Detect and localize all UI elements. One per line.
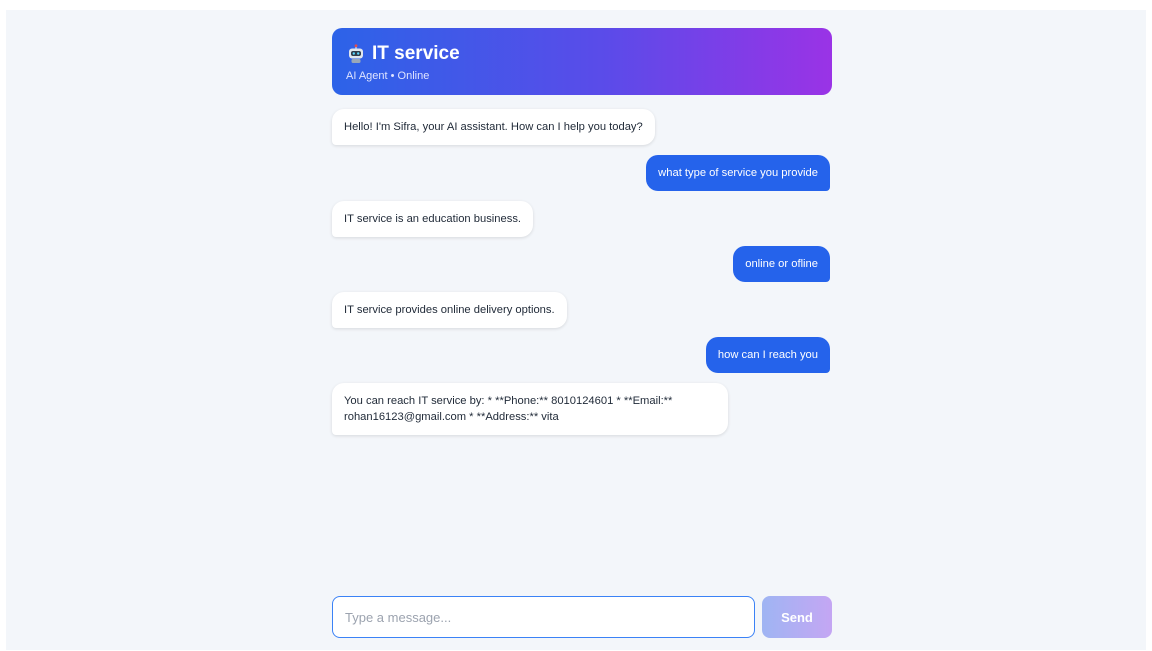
page-background: IT service AI Agent • Online Hello! I'm … [6,10,1146,650]
send-button[interactable]: Send [762,596,832,638]
bot-message: You can reach IT service by: * **Phone:*… [332,383,728,435]
robot-icon [346,44,366,64]
chat-header-title-row: IT service [346,41,818,67]
bot-message: Hello! I'm Sifra, your AI assistant. How… [332,109,655,145]
chat-window: IT service AI Agent • Online Hello! I'm … [332,28,832,640]
chat-header: IT service AI Agent • Online [332,28,832,95]
message-input[interactable] [332,596,755,638]
chat-title: IT service [372,43,460,64]
user-message: what type of service you provide [646,155,830,191]
message-composer: Send [332,596,832,638]
user-message: online or ofline [733,246,830,282]
user-message: how can I reach you [705,337,830,373]
bot-message: IT service provides online delivery opti… [332,292,567,328]
bot-message: IT service is an education business. [332,201,534,237]
chat-status: AI Agent • Online [346,70,430,82]
